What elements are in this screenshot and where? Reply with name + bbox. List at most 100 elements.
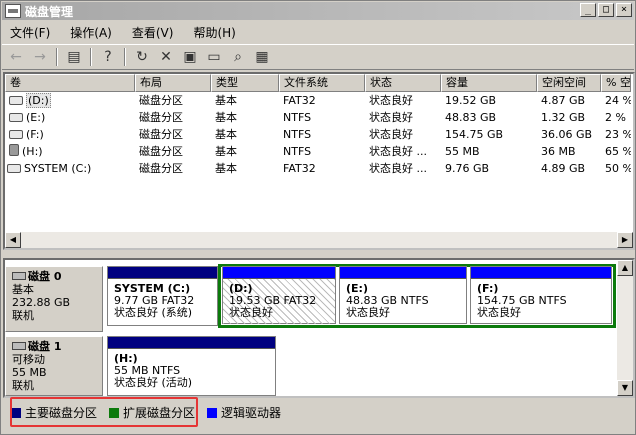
filesystem-cell: FAT32: [283, 162, 316, 175]
capacity-cell: 19.52 GB: [445, 94, 497, 107]
free-space-cell: 36.06 GB: [541, 128, 593, 141]
disk-name: 磁盘 0: [28, 270, 62, 283]
disk-state: 联机: [12, 309, 34, 322]
type-cell: 基本: [215, 162, 237, 175]
close-button[interactable]: ×: [616, 3, 632, 17]
menu-action[interactable]: 操作(A): [70, 24, 112, 41]
type-cell: 基本: [215, 145, 237, 158]
disk-type: 基本: [12, 283, 34, 296]
column-layout[interactable]: 布局: [135, 74, 211, 92]
capacity-cell: 48.83 GB: [445, 111, 497, 124]
percent-free-cell: 65 %: [605, 145, 631, 158]
table-row[interactable]: (H:) 磁盘分区 基本 NTFS 状态良好 ... 55 MB 36 MB 6…: [5, 144, 633, 160]
type-cell: 基本: [215, 94, 237, 107]
menu-view[interactable]: 查看(V): [132, 24, 174, 41]
scroll-right-icon[interactable]: ▶: [617, 232, 633, 248]
export-icon[interactable]: ▦: [252, 47, 272, 67]
volume-icon: [9, 96, 23, 105]
layout-cell: 磁盘分区: [139, 94, 183, 107]
layout-cell: 磁盘分区: [139, 162, 183, 175]
table-row[interactable]: (E:) 磁盘分区 基本 NTFS 状态良好 48.83 GB 1.32 GB …: [5, 110, 633, 126]
filesystem-cell: NTFS: [283, 111, 312, 124]
properties-icon[interactable]: ▣: [180, 47, 200, 67]
menu-bar: 文件(F) 操作(A) 查看(V) 帮助(H): [2, 22, 634, 42]
scroll-track[interactable]: [617, 276, 633, 380]
console-tree-icon[interactable]: ▤: [64, 47, 84, 67]
scroll-left-icon[interactable]: ◀: [5, 232, 21, 248]
disk-management-icon: [5, 4, 21, 18]
highlight-annotation: [10, 397, 198, 427]
layout-cell: 磁盘分区: [139, 145, 183, 158]
volume-icon: [9, 130, 23, 139]
scroll-track[interactable]: [21, 232, 617, 248]
legend-logical: 逻辑驱动器: [207, 404, 281, 421]
list-header: 卷 布局 类型 文件系统 状态 容量 空闲空间 % 空: [5, 74, 633, 92]
partition-f[interactable]: (F:) 154.75 GB NTFS 状态良好: [470, 266, 612, 324]
filesystem-cell: FAT32: [283, 94, 316, 107]
table-row[interactable]: (D:) 磁盘分区 基本 FAT32 状态良好 19.52 GB 4.87 GB…: [5, 93, 633, 109]
capacity-cell: 9.76 GB: [445, 162, 490, 175]
volume-name: (H:): [22, 145, 43, 158]
partition-status: 状态良好: [477, 306, 521, 319]
partition-status: 状态良好: [229, 306, 273, 319]
open-folder-icon[interactable]: ▭: [204, 47, 224, 67]
partition-status: 状态良好 (系统): [114, 306, 193, 319]
free-space-cell: 4.89 GB: [541, 162, 586, 175]
free-space-cell: 4.87 GB: [541, 94, 586, 107]
column-percent-free[interactable]: % 空: [601, 74, 631, 92]
column-capacity[interactable]: 容量: [441, 74, 537, 92]
percent-free-cell: 2 %: [605, 111, 626, 124]
toolbar-separator: [124, 48, 126, 66]
status-cell: 状态良好: [369, 128, 413, 141]
scroll-up-icon[interactable]: ▲: [617, 260, 633, 276]
layout-cell: 磁盘分区: [139, 128, 183, 141]
partition-status: 状态良好 (活动): [114, 376, 193, 389]
toolbar-separator: [56, 48, 58, 66]
disk-1-label[interactable]: 磁盘 1 可移动 55 MB 联机: [5, 336, 103, 396]
menu-file[interactable]: 文件(F): [10, 24, 50, 41]
table-row[interactable]: (F:) 磁盘分区 基本 NTFS 状态良好 154.75 GB 36.06 G…: [5, 127, 633, 143]
column-volume[interactable]: 卷: [5, 74, 135, 92]
delete-icon[interactable]: ✕: [156, 47, 176, 67]
column-free-space[interactable]: 空闲空间: [537, 74, 601, 92]
disk-state: 联机: [12, 379, 34, 392]
volume-list: 卷 布局 类型 文件系统 状态 容量 空闲空间 % 空 (D:) 磁盘分区 基本…: [3, 72, 635, 250]
free-space-cell: 1.32 GB: [541, 111, 586, 124]
logical-swatch: [207, 407, 218, 418]
status-cell: 状态良好: [369, 94, 413, 107]
toolbar: ← → ▤ ? ↻ ✕ ▣ ▭ ⌕ ▦: [2, 44, 634, 70]
volume-name: SYSTEM (C:): [24, 162, 92, 175]
horizontal-scrollbar[interactable]: ◀ ▶: [5, 232, 633, 248]
disk-management-window: 磁盘管理 _ □ × 文件(F) 操作(A) 查看(V) 帮助(H) ← → ▤…: [0, 0, 636, 435]
removable-disk-icon: [12, 342, 26, 350]
percent-free-cell: 24 %: [605, 94, 631, 107]
filesystem-cell: NTFS: [283, 128, 312, 141]
refresh-icon[interactable]: ↻: [132, 47, 152, 67]
maximize-button[interactable]: □: [598, 3, 614, 17]
column-status[interactable]: 状态: [365, 74, 441, 92]
column-filesystem[interactable]: 文件系统: [279, 74, 365, 92]
disk-size: 55 MB: [12, 366, 47, 379]
window-title: 磁盘管理: [25, 4, 74, 19]
minimize-button[interactable]: _: [580, 3, 596, 17]
title-bar[interactable]: 磁盘管理 _ □ ×: [2, 2, 634, 20]
capacity-cell: 55 MB: [445, 145, 480, 158]
back-arrow-icon[interactable]: ←: [6, 47, 26, 67]
partition-h[interactable]: (H:) 55 MB NTFS 状态良好 (活动): [107, 336, 276, 396]
partition-d[interactable]: (D:) 19.53 GB FAT32 状态良好: [222, 266, 336, 324]
percent-free-cell: 23 %: [605, 128, 631, 141]
disk-0-label[interactable]: 磁盘 0 基本 232.88 GB 联机: [5, 266, 103, 332]
menu-help[interactable]: 帮助(H): [193, 24, 235, 41]
filesystem-cell: NTFS: [283, 145, 312, 158]
search-icon[interactable]: ⌕: [228, 47, 248, 67]
table-row[interactable]: SYSTEM (C:) 磁盘分区 基本 FAT32 状态良好 ... 9.76 …: [5, 161, 633, 177]
partition-c[interactable]: SYSTEM (C:) 9.77 GB FAT32 状态良好 (系统): [107, 266, 218, 326]
scroll-down-icon[interactable]: ▼: [617, 380, 633, 396]
partition-e[interactable]: (E:) 48.83 GB NTFS 状态良好: [339, 266, 467, 324]
vertical-scrollbar[interactable]: ▲ ▼: [617, 260, 633, 396]
forward-arrow-icon[interactable]: →: [30, 47, 50, 67]
help-icon[interactable]: ?: [98, 47, 118, 67]
column-type[interactable]: 类型: [211, 74, 279, 92]
disk-size: 232.88 GB: [12, 296, 71, 309]
toolbar-separator: [90, 48, 92, 66]
